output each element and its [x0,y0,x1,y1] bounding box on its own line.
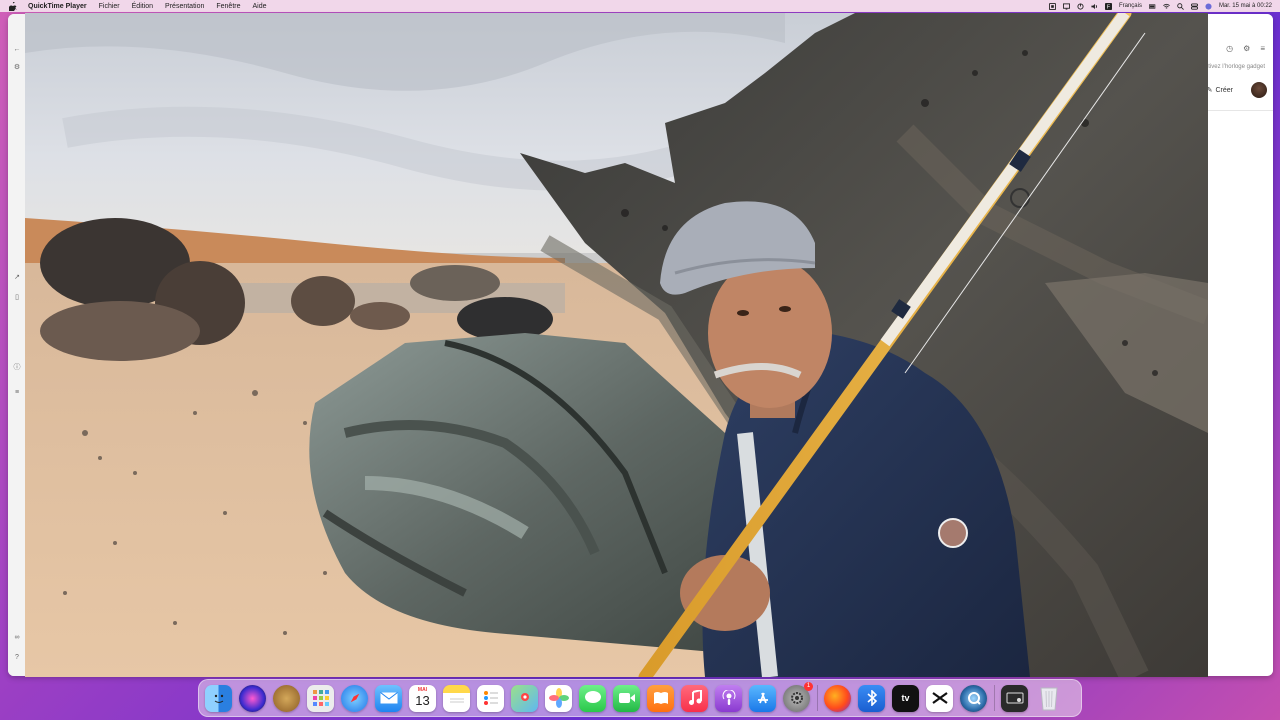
music-icon[interactable] [681,684,708,712]
calendar-day: 13 [415,692,430,708]
control-center-icon[interactable] [1190,2,1198,10]
menu-app-name[interactable]: QuickTime Player [28,3,87,10]
dock: MAI 13 1 tv [198,679,1082,717]
books-icon[interactable] [647,684,674,712]
search-icon[interactable] [1177,2,1184,10]
menu-aide[interactable]: Aide [252,3,266,10]
archive-utility-icon[interactable] [273,684,300,712]
input-source-icon[interactable]: F [1104,2,1112,10]
apple-tv-icon[interactable]: tv [892,684,919,712]
app-store-icon[interactable] [749,684,776,712]
help-icon[interactable]: ? [13,654,21,662]
info-icon[interactable]: ⓘ [13,364,21,372]
background-right-pane: ◷ ⚙ ≡ Activez l’horloge gadget ✎ Créer [1201,14,1273,676]
menu-presentation[interactable]: Présentation [165,3,204,10]
create-button[interactable]: ✎ Créer [1207,86,1233,95]
notes-icon[interactable] [443,684,470,712]
input-source-label[interactable]: Français [1119,3,1142,9]
right-pane-toolbar: ◷ ⚙ ≡ [1226,44,1265,53]
power-icon[interactable] [1077,2,1084,10]
calendar-icon[interactable]: MAI 13 [409,684,436,712]
back-arrow-icon[interactable]: ← [13,46,21,54]
screen-icon[interactable] [1062,2,1070,10]
link-icon[interactable]: ∞ [13,634,21,642]
wifi-icon[interactable] [1163,3,1170,10]
menu-edition[interactable]: Édition [132,3,153,10]
svg-text:F: F [1107,4,1110,9]
bluetooth-icon[interactable] [858,684,885,712]
siri-icon[interactable] [239,684,266,712]
quicktime-icon[interactable] [960,684,987,712]
settings-small-icon[interactable]: ⚙ [13,64,21,72]
firefox-icon[interactable] [824,684,851,712]
record-icon[interactable] [1048,2,1056,10]
menu-bar: QuickTime Player Fichier Édition Présent… [0,0,1280,12]
menu-fichier[interactable]: Fichier [99,3,120,10]
clock[interactable]: Mar. 15 mai à 00:22 [1219,3,1272,9]
history-icon[interactable]: ◷ [1226,44,1233,53]
system-settings-icon[interactable]: 1 [783,681,813,712]
maps-icon[interactable] [511,684,538,712]
screen-recorder-icon[interactable] [1001,684,1028,712]
video-player-frame[interactable] [25,13,1208,677]
photos-icon[interactable] [545,684,572,712]
menu-icon[interactable]: ≡ [1260,44,1265,53]
capcut-icon[interactable] [926,684,953,712]
finder-icon[interactable] [205,684,232,712]
avatar[interactable] [1251,82,1267,98]
gear-icon[interactable]: ⚙ [1243,44,1250,53]
reminders-icon[interactable] [477,684,504,712]
settings-badge: 1 [804,681,813,691]
document-icon[interactable]: ▯ [13,294,21,302]
gadget-hint: Activez l’horloge gadget [1201,64,1265,70]
safari-icon[interactable] [341,684,368,712]
launchpad-icon[interactable] [307,684,334,712]
video-frame-image [25,13,1208,677]
dock-separator-2 [994,685,995,711]
list-icon[interactable]: ≡ [13,389,21,397]
battery-icon[interactable] [1148,3,1156,10]
volume-icon[interactable] [1091,3,1098,10]
facetime-icon[interactable] [613,684,640,712]
create-label: Créer [1215,86,1233,94]
share-icon[interactable]: ↗ [13,274,21,282]
trash-icon[interactable] [1035,685,1062,712]
mail-icon[interactable] [375,684,402,712]
dock-separator [817,685,818,711]
right-pane-divider [1201,110,1273,111]
menu-fenetre[interactable]: Fenêtre [216,3,240,10]
siri-status-icon[interactable] [1205,2,1212,10]
apple-menu-icon[interactable] [8,1,18,11]
messages-icon[interactable] [579,684,606,712]
podcasts-icon[interactable] [715,684,742,712]
